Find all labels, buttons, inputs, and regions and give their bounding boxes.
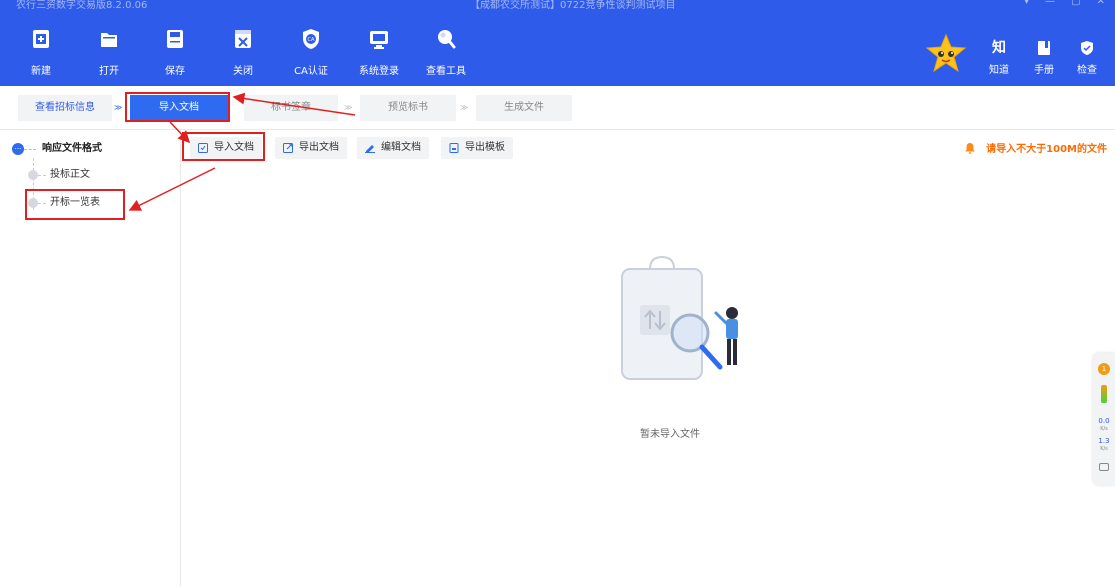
check-shield-icon <box>1081 41 1093 55</box>
view-tools-label: 查看工具 <box>426 66 466 77</box>
upload-speed: 0.0 K/s <box>1093 417 1115 433</box>
knowledge-icon: 知 <box>992 40 1006 56</box>
notification-badge: 1 <box>1098 363 1110 375</box>
dropdown-icon[interactable]: ▾ <box>1024 0 1029 7</box>
new-button[interactable]: 新建 <box>14 28 68 77</box>
camera-icon[interactable] <box>1099 463 1109 471</box>
step-separator-icon: ≫ <box>114 103 123 112</box>
upload-speed-value: 0.0 <box>1098 417 1110 425</box>
ca-shield-icon: CA <box>303 29 319 49</box>
download-speed: 1.3 K/s <box>1093 437 1115 453</box>
save-label: 保存 <box>165 66 185 77</box>
close-doc-icon <box>235 30 251 48</box>
svg-text:CA: CA <box>308 37 315 43</box>
expand-dot-icon: ··· <box>12 143 36 155</box>
knowledge-label: 知道 <box>989 65 1009 76</box>
save-icon <box>167 30 183 48</box>
title-bar: 农行三资数字交易版8.2.0.06 【成都农交所测试】0722竞争性谈判测试项目… <box>0 0 1115 12</box>
annotation-box-opening-list <box>25 189 125 220</box>
export-icon <box>283 143 293 153</box>
maximize-button[interactable]: ▢ <box>1071 0 1080 7</box>
step-separator-icon: ≫ <box>344 103 353 112</box>
empty-state-text: 暂未导入文件 <box>640 429 700 440</box>
step-preview-bid[interactable]: 预览标书 <box>360 95 456 121</box>
download-speed-value: 1.3 <box>1098 437 1110 445</box>
edit-document-button[interactable]: 编辑文档 <box>357 137 429 159</box>
annotation-box-import <box>182 132 265 161</box>
level-bar-icon <box>1101 385 1107 403</box>
edit-document-label: 编辑文档 <box>381 142 421 153</box>
empty-document-illustration <box>621 255 738 380</box>
window-controls: ▾ — ▢ ✕ <box>1024 0 1105 7</box>
new-label: 新建 <box>31 66 51 77</box>
view-tools-button[interactable]: 查看工具 <box>419 28 473 77</box>
new-doc-icon <box>33 30 49 48</box>
export-document-label: 导出文档 <box>299 142 339 153</box>
check-label: 检查 <box>1077 65 1097 76</box>
bell-icon <box>965 142 976 154</box>
manual-button[interactable]: 手册 <box>1024 40 1064 76</box>
close-doc-label: 关闭 <box>233 66 253 77</box>
template-icon <box>449 143 459 153</box>
upload-speed-unit: K/s <box>1100 426 1108 432</box>
tree-root-label: 响应文件格式 <box>42 143 102 154</box>
app-window: 农行三资数字交易版8.2.0.06 【成都农交所测试】0722竞争性谈判测试项目… <box>0 0 1115 586</box>
annotation-box-step <box>125 92 230 122</box>
step-bid-signature[interactable]: 标书签章 <box>244 95 338 121</box>
system-login-button[interactable]: 系统登录 <box>352 28 406 77</box>
export-document-button[interactable]: 导出文档 <box>275 137 347 159</box>
export-template-label: 导出模板 <box>465 142 505 153</box>
check-button[interactable]: 检查 <box>1067 40 1107 76</box>
step-generate-file[interactable]: 生成文件 <box>476 95 572 121</box>
ca-auth-button[interactable]: CA CA认证 <box>284 28 338 77</box>
tree-root[interactable]: ··· 响应文件格式 <box>12 140 102 158</box>
export-template-button[interactable]: 导出模板 <box>441 137 513 159</box>
open-label: 打开 <box>99 66 119 77</box>
app-version-title: 农行三资数字交易版8.2.0.06 <box>16 0 148 11</box>
monitor-icon <box>370 31 388 49</box>
knowledge-button[interactable]: 知 知道 <box>979 40 1019 76</box>
manual-label: 手册 <box>1034 65 1054 76</box>
close-doc-button[interactable]: 关闭 <box>216 28 270 77</box>
tree-item-label: 投标正文 <box>50 169 90 180</box>
save-button[interactable]: 保存 <box>148 28 202 77</box>
download-speed-unit: K/s <box>1100 446 1108 452</box>
open-button[interactable]: 打开 <box>82 28 136 77</box>
step-view-tender-info[interactable]: 查看招标信息 <box>18 95 112 121</box>
folder-open-icon <box>101 33 117 47</box>
system-login-label: 系统登录 <box>359 66 399 77</box>
minimize-button[interactable]: — <box>1045 0 1055 7</box>
close-window-button[interactable]: ✕ <box>1097 0 1105 7</box>
step-separator-icon: ≫ <box>460 103 469 112</box>
tree-item-bid-body[interactable]: 投标正文 <box>28 166 90 184</box>
edit-pen-icon <box>365 145 375 153</box>
file-size-notice: 请导入不大于100M的文件 <box>964 140 1107 155</box>
notice-text: 请导入不大于100M的文件 <box>986 144 1107 155</box>
network-monitor-widget[interactable]: 1 0.0 K/s 1.3 K/s <box>1093 353 1115 485</box>
node-dot-icon <box>28 170 46 180</box>
project-title: 【成都农交所测试】0722竞争性谈判测试项目 <box>470 0 676 11</box>
app-header: 农行三资数字交易版8.2.0.06 【成都农交所测试】0722竞争性谈判测试项目… <box>0 0 1115 86</box>
search-tool-icon <box>438 30 456 49</box>
ca-auth-label: CA认证 <box>294 66 328 77</box>
manual-icon <box>1038 41 1050 55</box>
mascot-icon[interactable] <box>926 34 966 74</box>
